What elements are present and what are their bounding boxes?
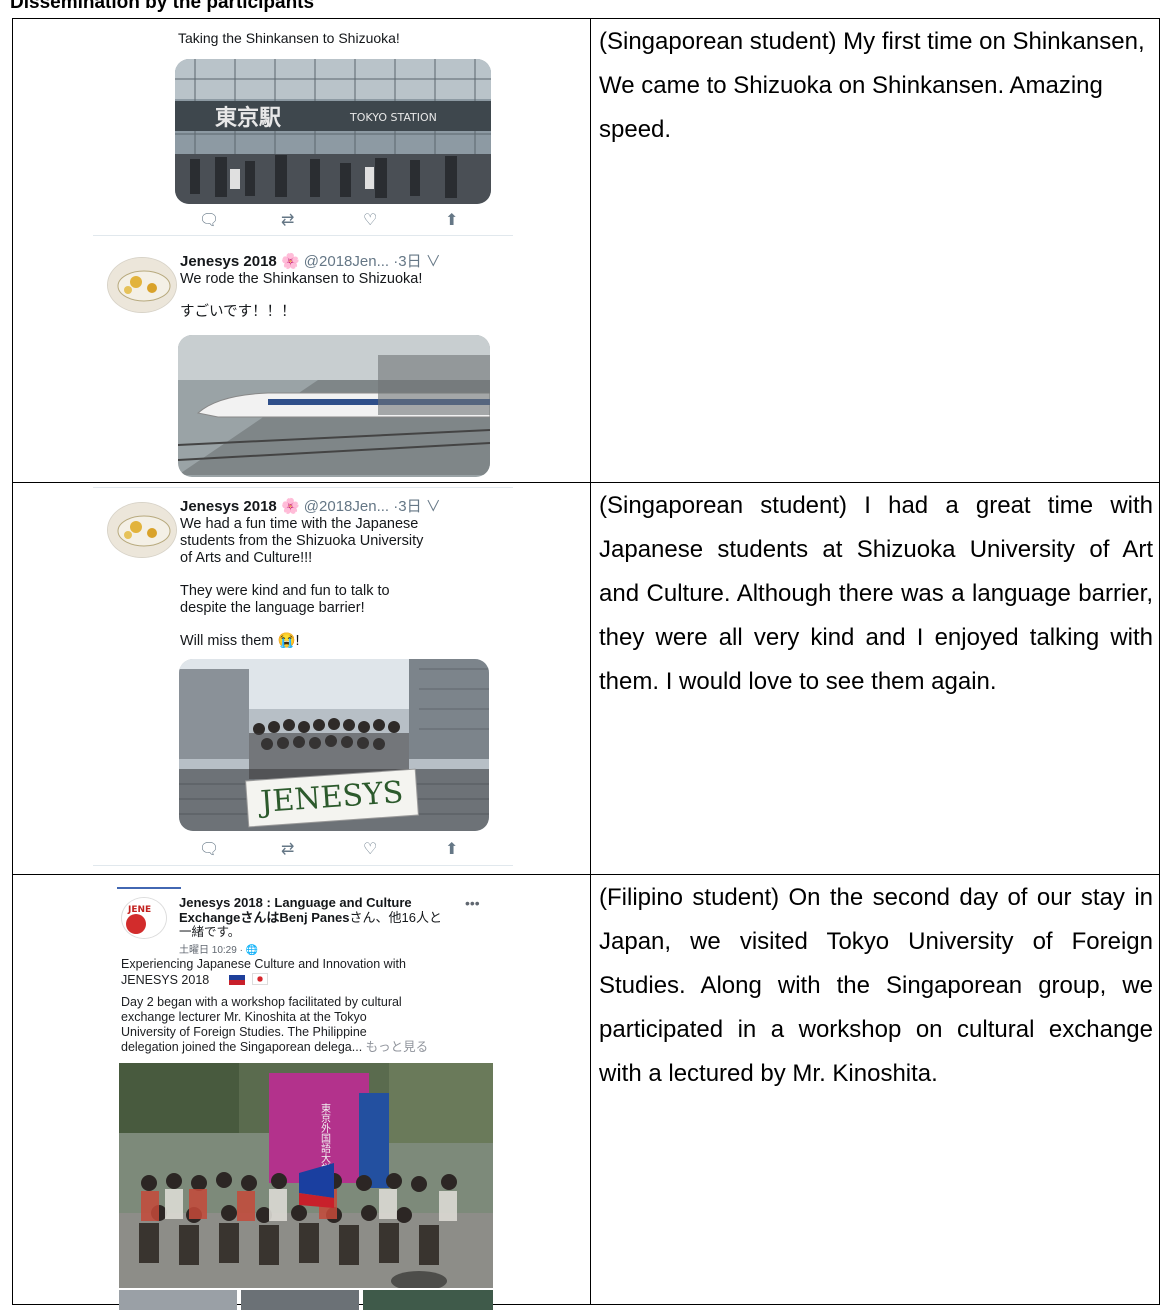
tweet-cell: Taking the Shinkansen to Shizuoka! 東京駅 T… (12, 18, 591, 483)
post-title-line[interactable]: Jenesys 2018 : Language and Culture (179, 895, 412, 910)
post-line: Day 2 began with a workshop facilitated … (121, 995, 402, 1009)
sign-text: 東京外国語大学 (319, 1102, 331, 1173)
page-name[interactable]: Exchangeさんは (179, 910, 279, 925)
flag-philippines-icon (228, 975, 245, 985)
like-icon[interactable]: ♡ (363, 839, 445, 859)
share-icon[interactable]: ⬆︎ (445, 839, 527, 859)
tweet-line: We had a fun time with the Japanese (180, 516, 419, 532)
page-heading: Dissemination by the participants (10, 0, 315, 13)
tweet-handle: @2018Jen... ·3日 ∨ (303, 253, 441, 270)
tokyo-station-photo[interactable]: 東京駅 TOKYO STATION (175, 59, 491, 204)
see-more-link[interactable]: もっと見る (366, 1040, 429, 1054)
tweet-header: Jenesys 2018 🌸 @2018Jen... ·3日 ∨ (180, 250, 441, 271)
tab-indicator (117, 887, 181, 889)
post-time[interactable]: 土曜日 10:29 · 🌐 (179, 941, 258, 956)
photo-thumbnails (119, 1290, 493, 1310)
tweet-divider (93, 487, 513, 488)
post-line: delegation joined the Singaporean delega… (121, 1040, 428, 1055)
photo-thumbnail[interactable] (241, 1290, 359, 1310)
caption: (Singaporean student) My first time on S… (599, 28, 1145, 143)
description-cell: (Singaporean student) I had a great time… (590, 482, 1160, 875)
post-line: JENESYS 2018 (121, 973, 269, 988)
station-sign-en: TOKYO STATION (349, 111, 437, 124)
table-row: JENE Jenesys 2018 : Language and Culture… (12, 874, 1160, 1310)
tweet-line: Will miss them 😭! (180, 633, 300, 649)
flower-emoji: 🌸 (280, 253, 300, 270)
post-title-line: 一緒です。 (179, 925, 241, 939)
tweet-university: Jenesys 2018 🌸 @2018Jen... ·3日 ∨ We had … (13, 483, 591, 875)
tweet-line: We rode the Shinkansen to Shizuoka! (180, 271, 423, 287)
tweet-author-name[interactable]: Jenesys 2018 (180, 253, 277, 270)
tagged-user[interactable]: Benj Panes (279, 910, 349, 925)
description-cell: (Singaporean student) My first time on S… (590, 18, 1160, 483)
photo-thumbnail[interactable] (363, 1290, 493, 1310)
tweet-divider (93, 865, 513, 866)
tweet-handle: @2018Jen... ·3日 ∨ (303, 498, 441, 515)
caption: (Singaporean student) I had a great time… (599, 492, 1153, 695)
tweet-line: despite the language barrier! (180, 600, 365, 616)
post-line-text: delegation joined the Singaporean delega… (121, 1040, 363, 1054)
share-icon[interactable]: ⬆︎ (445, 210, 527, 230)
table-row: Jenesys 2018 🌸 @2018Jen... ·3日 ∨ We had … (12, 482, 1160, 875)
tweet-actions: 🗨︎ ⇄ ♡ ⬆︎ (199, 839, 527, 859)
post-line: Experiencing Japanese Culture and Innova… (121, 957, 406, 971)
station-sign-jp: 東京駅 (215, 105, 281, 131)
retweet-icon[interactable]: ⇄ (281, 839, 363, 859)
reply-icon[interactable]: 🗨︎ (199, 210, 281, 230)
description-cell: (Filipino student) On the second day of … (590, 874, 1160, 1305)
reply-icon[interactable]: 🗨︎ (199, 839, 281, 859)
group-photo-tufs[interactable]: 東京外国語大学 (119, 1063, 493, 1288)
post-title-line: ExchangeさんはBenj Panesさん、他16人と (179, 910, 442, 925)
dissemination-table: Taking the Shinkansen to Shizuoka! 東京駅 T… (12, 18, 1160, 1310)
tweet-line: students from the Shizuoka University (180, 533, 424, 549)
avatar[interactable] (107, 502, 177, 558)
more-menu-icon[interactable]: ••• (465, 895, 480, 911)
svg-text:JENE: JENE (127, 905, 151, 915)
tweet-text: Taking the Shinkansen to Shizuoka! (178, 30, 400, 46)
tweet-actions: 🗨︎ ⇄ ♡ ⬆︎ (199, 210, 527, 230)
photo-thumbnail[interactable] (119, 1290, 237, 1310)
facebook-post: JENE Jenesys 2018 : Language and Culture… (13, 875, 591, 1310)
post-line: University of Foreign Studies. The Phili… (121, 1025, 367, 1039)
tweet-line: They were kind and fun to talk to (180, 583, 390, 599)
post-line-text: JENESYS 2018 (121, 973, 210, 987)
table-row: Taking the Shinkansen to Shizuoka! 東京駅 T… (12, 18, 1160, 483)
like-icon[interactable]: ♡ (363, 210, 445, 230)
tweet-cell: Jenesys 2018 🌸 @2018Jen... ·3日 ∨ We had … (12, 482, 591, 875)
tweet-line: of Arts and Culture!!! (180, 550, 313, 566)
tagged-others[interactable]: さん、他16人と (350, 910, 442, 925)
shinkansen-photo[interactable] (178, 335, 490, 477)
facebook-post-cell: JENE Jenesys 2018 : Language and Culture… (12, 874, 591, 1310)
post-line: exchange lecturer Mr. Kinoshita at the T… (121, 1010, 367, 1024)
tweet-line: すごいです！！！ (180, 304, 296, 320)
tweet-shinkansen: Taking the Shinkansen to Shizuoka! 東京駅 T… (13, 19, 591, 483)
tweet-divider (93, 235, 513, 236)
tweet-header: Jenesys 2018 🌸 @2018Jen... ·3日 ∨ (180, 495, 441, 516)
flag-japan-icon (252, 973, 269, 985)
flower-emoji: 🌸 (280, 498, 300, 515)
tweet-author-name[interactable]: Jenesys 2018 (180, 498, 277, 515)
page-avatar[interactable]: JENE (121, 897, 167, 939)
group-photo[interactable]: JENESYS (179, 659, 489, 831)
retweet-icon[interactable]: ⇄ (281, 210, 363, 230)
caption: (Filipino student) On the second day of … (599, 884, 1153, 1087)
avatar[interactable] (107, 257, 177, 313)
